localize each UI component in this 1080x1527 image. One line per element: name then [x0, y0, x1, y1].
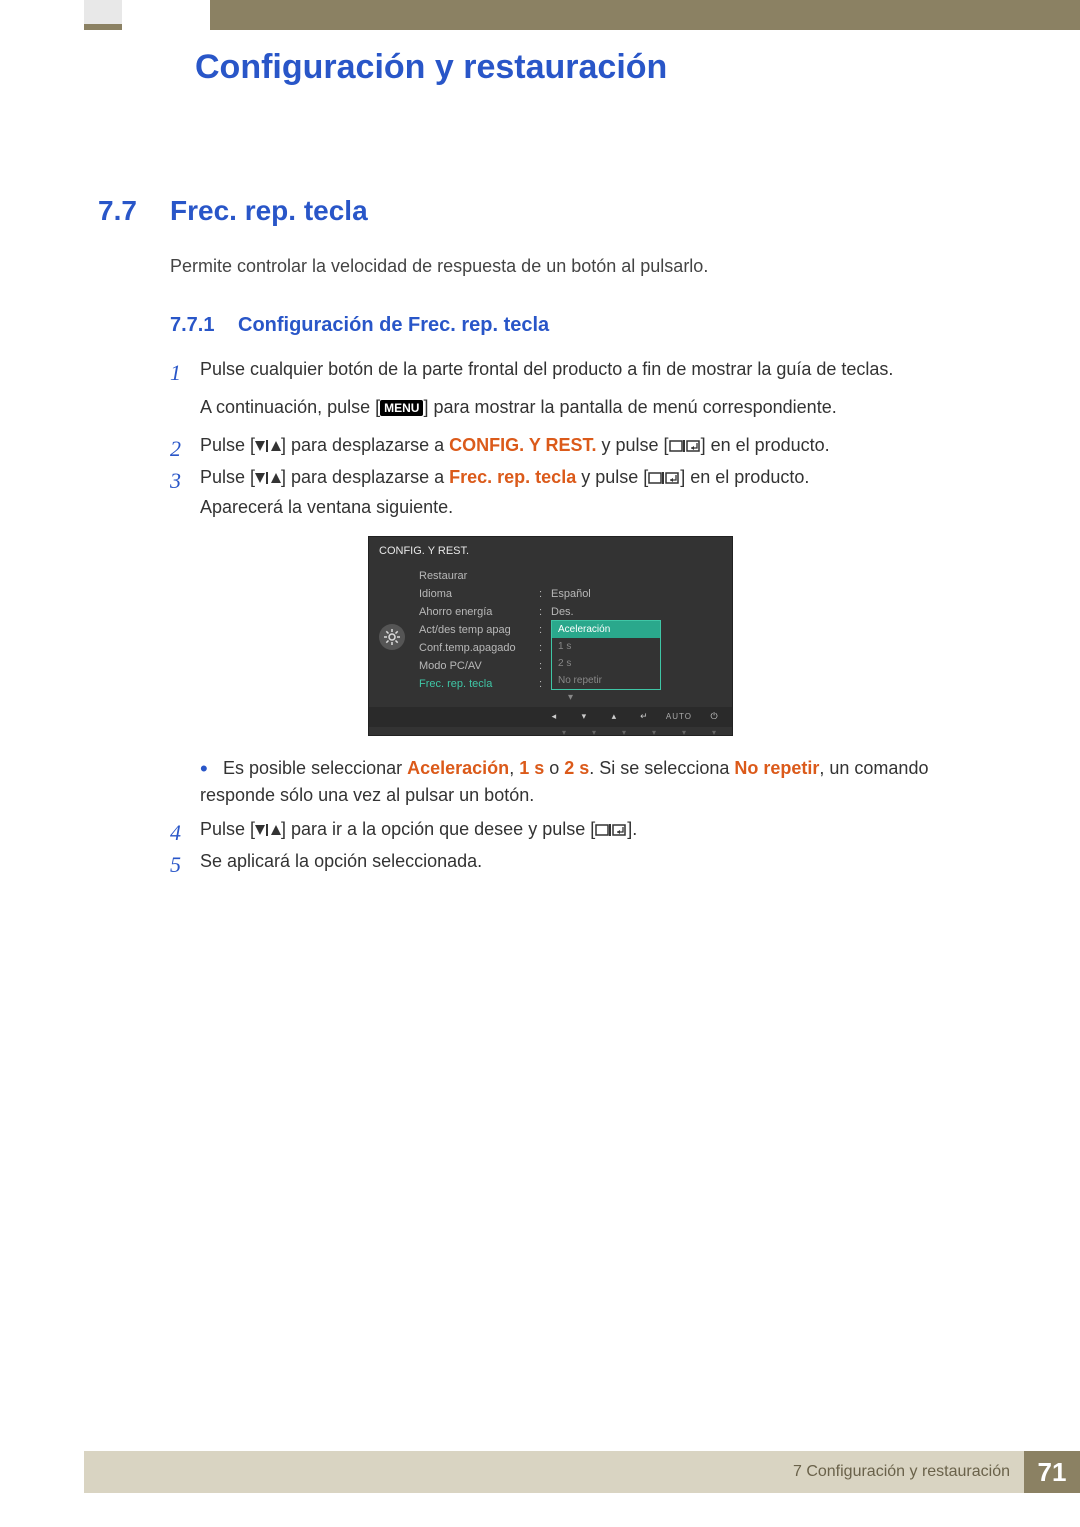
step-1-text-b: A continuación, pulse [MENU] para mostra…	[200, 394, 990, 421]
step-4-text: Pulse [ ] para ir a la opción que desee y…	[200, 816, 990, 845]
osd-label: Conf.temp.apagado	[419, 640, 539, 657]
highlight-1s: 1 s	[519, 758, 544, 778]
step-number-4: 4	[170, 816, 181, 849]
osd-down-icon: ▾	[576, 711, 592, 723]
osd-option-selected: Aceleración	[552, 621, 660, 638]
up-down-icon	[255, 818, 281, 845]
gear-icon	[379, 624, 405, 650]
osd-label-selected: Frec. rep. tecla	[419, 676, 539, 693]
menu-button-icon: MENU	[380, 400, 423, 416]
text-fragment: o	[544, 758, 564, 778]
text-fragment: ] en el producto.	[680, 467, 809, 487]
section-intro: Permite controlar la velocidad de respue…	[170, 253, 708, 280]
bullet-icon: •	[200, 762, 218, 776]
subsection-title: Configuración de Frec. rep. tecla	[238, 310, 549, 340]
footer-chapter-label: 7 Configuración y restauración	[793, 1460, 1010, 1484]
highlight-2s: 2 s	[564, 758, 589, 778]
highlight-no-repetir: No repetir	[734, 758, 819, 778]
text-fragment: ] para desplazarse a	[281, 467, 449, 487]
header-band-decor	[210, 0, 1080, 30]
osd-menu-list: Restaurar Idioma:Español Ahorro energía:…	[415, 568, 732, 707]
text-fragment: Pulse [	[200, 467, 255, 487]
footer-page-number: 71	[1024, 1451, 1080, 1493]
rect-enter-icon	[595, 818, 627, 845]
up-down-icon	[255, 434, 281, 461]
text-fragment: Es posible seleccionar	[223, 758, 407, 778]
text-fragment: A continuación, pulse [	[200, 397, 380, 417]
osd-title: CONFIG. Y REST.	[369, 537, 732, 564]
section-title: Frec. rep. tecla	[170, 190, 368, 232]
osd-label: Ahorro energía	[419, 604, 539, 621]
step-number-3: 3	[170, 464, 181, 497]
chapter-title: Configuración y restauración	[195, 42, 667, 93]
osd-back-icon: ◂	[546, 711, 562, 723]
osd-option: 2 s	[552, 655, 660, 672]
osd-row-restaurar: Restaurar	[415, 568, 726, 586]
osd-value: Español	[551, 586, 726, 603]
text-fragment: ].	[627, 819, 637, 839]
highlight-config-rest: CONFIG. Y REST.	[449, 435, 596, 455]
step-number-5: 5	[170, 848, 181, 881]
osd-option: 1 s	[552, 638, 660, 655]
osd-label: Act/des temp apag	[419, 622, 539, 639]
step-number-2: 2	[170, 432, 181, 465]
text-fragment: Pulse [	[200, 435, 255, 455]
text-fragment: ,	[509, 758, 519, 778]
text-fragment: ] en el producto.	[701, 435, 830, 455]
text-fragment: ] para ir a la opción que desee y pulse …	[281, 819, 595, 839]
rect-enter-icon	[648, 466, 680, 493]
text-fragment: . Si se selecciona	[589, 758, 734, 778]
page-footer: 7 Configuración y restauración 71	[84, 1451, 1080, 1493]
step-1-text-a: Pulse cualquier botón de la parte fronta…	[200, 356, 990, 383]
text-fragment: y pulse [	[576, 467, 648, 487]
osd-value: Des.	[551, 604, 726, 621]
step-number-1: 1	[170, 356, 181, 389]
osd-label: Idioma	[419, 586, 539, 603]
step-3-text-b: Aparecerá la ventana siguiente.	[200, 494, 990, 521]
text-fragment: Pulse [	[200, 819, 255, 839]
osd-up-icon: ▴	[606, 711, 622, 723]
osd-power-icon: ⏻	[706, 711, 722, 723]
highlight-frec-rep: Frec. rep. tecla	[449, 467, 576, 487]
text-fragment: ] para desplazarse a	[281, 435, 449, 455]
osd-enter-icon: ↵	[636, 711, 652, 723]
osd-footer-markers: ▾▾▾▾▾▾	[369, 727, 732, 735]
osd-screenshot: CONFIG. Y REST. Restaurar Idioma:Español…	[368, 536, 733, 736]
step-5-text: Se aplicará la opción seleccionada.	[200, 848, 990, 875]
step-2-text: Pulse [ ] para desplazarse a CONFIG. Y RE…	[200, 432, 990, 461]
osd-label: Modo PC/AV	[419, 658, 539, 675]
subsection-number: 7.7.1	[170, 310, 214, 340]
text-fragment: y pulse [	[597, 435, 669, 455]
section-number: 7.7	[98, 190, 137, 232]
header-tab-decor	[84, 0, 122, 30]
osd-auto-label: AUTO	[666, 711, 692, 723]
osd-option: No repetir	[552, 672, 660, 689]
highlight-aceleracion: Aceleración	[407, 758, 509, 778]
note-bullet: • Es posible seleccionar Aceleración, 1 …	[200, 755, 990, 809]
rect-enter-icon	[669, 434, 701, 461]
osd-options-popup: Aceleración 1 s 2 s No repetir	[551, 620, 661, 690]
up-down-icon	[255, 466, 281, 493]
osd-label: Restaurar	[419, 568, 539, 585]
osd-footer-buttons: ◂ ▾ ▴ ↵ AUTO ⏻	[369, 707, 732, 727]
text-fragment: ] para mostrar la pantalla de menú corre…	[423, 397, 836, 417]
step-3-text: Pulse [ ] para desplazarse a Frec. rep. t…	[200, 464, 990, 493]
osd-row-idioma: Idioma:Español	[415, 586, 726, 604]
